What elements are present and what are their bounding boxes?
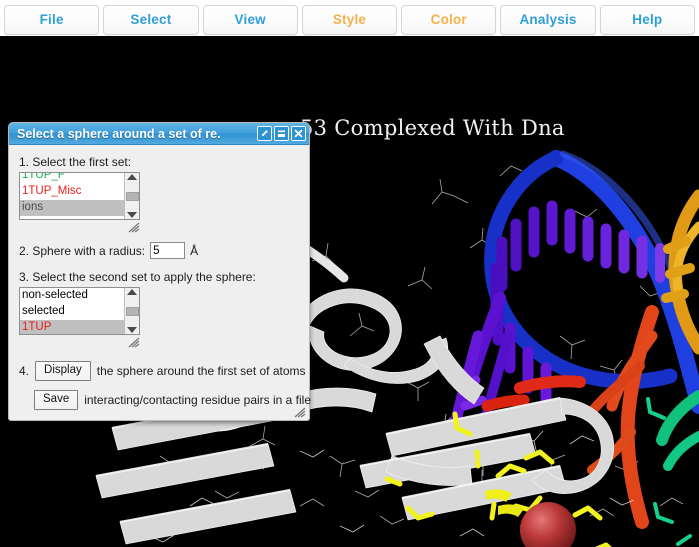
scrollbar-thumb[interactable] — [125, 191, 139, 201]
scrollbar-thumb[interactable] — [125, 306, 139, 316]
menu-tab-label: View — [234, 12, 266, 27]
display-button[interactable]: Display — [35, 361, 91, 381]
second-set-items: non-selected selected 1TUP — [20, 288, 124, 334]
scroll-down-icon[interactable] — [127, 212, 137, 218]
menu-tab-style[interactable]: Style — [301, 4, 398, 35]
list-item[interactable]: ions — [20, 200, 124, 216]
step1-label: 1. Select the first set: — [19, 155, 132, 169]
main-menu-bar: File Select View Style Color Analysis He… — [0, 0, 699, 36]
menu-tab-analysis[interactable]: Analysis — [500, 4, 596, 35]
menu-tab-label: Color — [430, 12, 467, 27]
menu-tab-label: Analysis — [519, 12, 577, 27]
list-item[interactable]: 1TUP — [20, 320, 124, 334]
list-item[interactable]: selected — [20, 304, 124, 320]
menu-tab-select[interactable]: Select — [103, 4, 199, 35]
scroll-up-icon[interactable] — [127, 289, 137, 295]
dialog-resize-grip[interactable] — [293, 406, 306, 418]
menu-tab-label: File — [39, 12, 64, 27]
scroll-down-icon[interactable] — [127, 327, 137, 333]
second-set-listbox-wrapper: non-selected selected 1TUP — [19, 287, 140, 348]
first-set-items: 1TUP_F 1TUP_Misc ions — [20, 173, 124, 219]
structure-title: 53 Complexed With Dna — [300, 116, 565, 140]
radius-row: 2. Sphere with a radius: Å — [19, 242, 299, 259]
menu-tab-view[interactable]: View — [202, 4, 298, 35]
menu-tab-file[interactable]: File — [4, 4, 100, 35]
radius-input[interactable] — [150, 242, 186, 259]
resize-arrow-icon[interactable] — [257, 126, 272, 141]
minimize-icon[interactable] — [274, 126, 289, 141]
list-item[interactable]: 1TUP_Misc — [20, 184, 124, 200]
molecular-viewport[interactable]: 53 Complexed With Dna Select a sphere ar… — [0, 36, 699, 547]
first-set-listbox-wrapper: 1TUP_F 1TUP_Misc ions — [19, 172, 140, 233]
step4-number: 4. — [19, 364, 30, 378]
first-set-scrollbar[interactable] — [124, 173, 139, 219]
menu-tab-help[interactable]: Help — [599, 4, 695, 35]
step3-label: 3. Select the second set to apply the sp… — [19, 270, 256, 284]
menu-tab-label: Help — [632, 12, 663, 27]
dialog-body: 1. Select the first set: 1TUP_F 1TUP_Mis… — [9, 145, 311, 420]
menu-tab-label: Select — [130, 12, 172, 27]
radius-unit-label: Å — [190, 243, 199, 258]
second-set-section: 3. Select the second set to apply the sp… — [19, 270, 299, 348]
dialog-title-bar[interactable]: Select a sphere around a set of re. — [9, 123, 309, 145]
menu-tab-label: Style — [332, 12, 367, 27]
display-description: the sphere around the first set of atoms — [96, 364, 306, 378]
display-action-row: 4. Display the sphere around the first s… — [19, 361, 306, 381]
first-set-listbox[interactable]: 1TUP_F 1TUP_Misc ions — [19, 172, 140, 220]
menu-tab-color[interactable]: Color — [401, 4, 497, 35]
sphere-selection-dialog[interactable]: Select a sphere around a set of re. 1. S… — [8, 122, 311, 421]
save-action-row: Save interacting/contacting residue pair… — [19, 390, 311, 410]
scroll-up-icon[interactable] — [127, 174, 137, 180]
dialog-title: Select a sphere around a set of re. — [17, 126, 221, 141]
step2-label: 2. Sphere with a radius: — [19, 243, 146, 258]
close-icon[interactable] — [291, 126, 306, 141]
list-item[interactable]: non-selected — [20, 288, 124, 304]
list-item[interactable]: 1TUP_F — [20, 173, 124, 184]
second-set-listbox[interactable]: non-selected selected 1TUP — [19, 287, 140, 335]
first-set-resize-grip[interactable] — [127, 221, 140, 233]
save-button[interactable]: Save — [34, 390, 79, 410]
second-set-scrollbar[interactable] — [124, 288, 139, 334]
second-set-resize-grip[interactable] — [127, 336, 140, 348]
save-description: interacting/contacting residue pairs in … — [84, 393, 312, 407]
